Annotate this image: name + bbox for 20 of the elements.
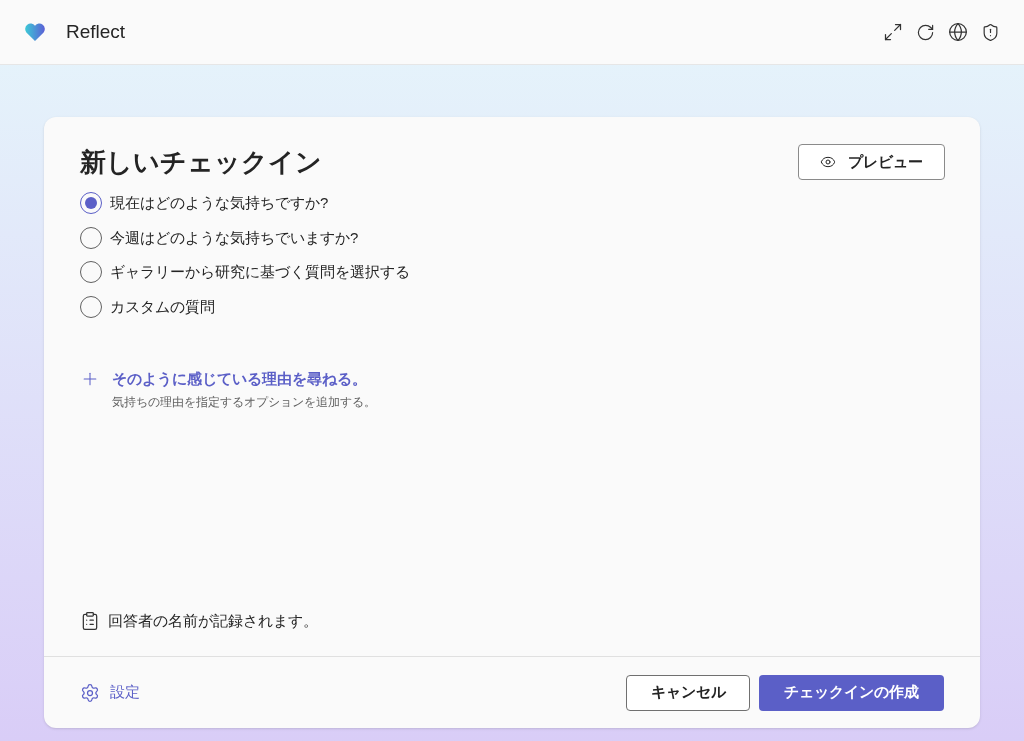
app-name: Reflect — [66, 19, 126, 44]
cancel-button[interactable]: キャンセル — [626, 674, 750, 711]
reason-description: 気持ちの理由を指定するオプションを追加する。 — [112, 393, 376, 411]
option-label: 今週はどのような気持ちでいますか? — [110, 227, 359, 248]
create-checkin-button[interactable]: チェックインの作成 — [759, 674, 944, 711]
settings-icon — [80, 682, 100, 703]
ask-reason-link[interactable]: そのように感じている理由を尋ねる。 — [112, 368, 376, 391]
eye-icon — [820, 154, 836, 170]
refresh-icon[interactable] — [916, 22, 935, 42]
option-label: カスタムの質問 — [110, 296, 215, 317]
heart-logo-icon — [24, 22, 46, 42]
option-label: ギャラリーから研究に基づく質問を選択する — [110, 262, 410, 282]
settings-button[interactable]: 設定 — [80, 681, 140, 704]
option-label: 現在はどのような気持ちですか? — [110, 193, 329, 213]
preview-button[interactable]: プレビュー — [798, 144, 945, 180]
globe-icon[interactable] — [948, 22, 968, 42]
shield-icon[interactable] — [981, 22, 1000, 42]
expand-icon[interactable] — [883, 22, 903, 42]
notice-text: 回答者の名前が記録されます。 — [108, 610, 318, 631]
card-title: 新しいチェックイン — [80, 146, 322, 179]
